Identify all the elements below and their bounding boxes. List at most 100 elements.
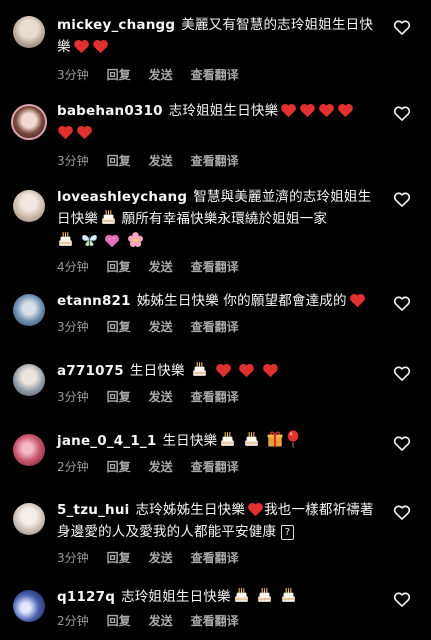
comment-text: q1127q 志玲姐姐生日快樂 xyxy=(57,586,375,608)
red-heart-icon xyxy=(247,501,264,517)
comment-meta: 3分钟 回复 发送 查看翻译 xyxy=(57,152,375,169)
comment-content: 生日快樂 xyxy=(162,433,218,449)
comment-meta: 2分钟 回复 发送 查看翻译 xyxy=(57,458,375,475)
username[interactable]: a771075 xyxy=(57,363,124,379)
comment-list: mickey_changg 美麗又有智慧的志玲姐姐生日快樂 3分钟 回复 发送 查看翻译… xyxy=(0,0,431,640)
send-button[interactable]: 发送 xyxy=(149,614,173,628)
see-translation-button[interactable]: 查看翻译 xyxy=(191,390,239,404)
like-heart-icon[interactable] xyxy=(392,363,412,383)
send-button[interactable]: 发送 xyxy=(149,551,173,565)
reply-button[interactable]: 回复 xyxy=(107,390,131,404)
red-heart-icon xyxy=(337,102,354,118)
comment-meta: 2分钟 回复 发送 查看翻译 xyxy=(57,612,375,629)
comment-text: jane_0_4_1_1 生日快樂 xyxy=(57,430,375,452)
like-heart-icon[interactable] xyxy=(392,293,412,313)
red-heart-icon xyxy=(215,362,232,378)
reply-button[interactable]: 回复 xyxy=(107,460,131,474)
reply-button[interactable]: 回复 xyxy=(107,614,131,628)
birthday-cake-icon xyxy=(100,209,117,226)
avatar[interactable] xyxy=(13,190,45,222)
see-translation-button[interactable]: 查看翻译 xyxy=(191,68,239,82)
comment-text: babehan0310 志玲姐姐生日快樂 xyxy=(57,100,375,144)
username[interactable]: jane_0_4_1_1 xyxy=(57,433,156,449)
red-heart-icon xyxy=(349,292,366,308)
gift-icon xyxy=(266,430,284,448)
avatar[interactable] xyxy=(13,16,45,48)
timestamp: 2分钟 xyxy=(57,614,89,628)
username[interactable]: 5_tzu_hui xyxy=(57,502,129,518)
birthday-cake-icon xyxy=(243,431,260,448)
timestamp: 3分钟 xyxy=(57,551,89,565)
birthday-cake-icon xyxy=(191,361,208,378)
comment-meta: 3分钟 回复 发送 查看翻译 xyxy=(57,388,375,405)
balloon-icon xyxy=(286,430,300,448)
username[interactable]: mickey_changg xyxy=(57,17,175,33)
birthday-cake-icon xyxy=(256,587,273,604)
avatar[interactable] xyxy=(13,590,45,622)
send-button[interactable]: 发送 xyxy=(149,460,173,474)
comment-content: 志玲姐姐生日快樂 xyxy=(168,103,279,119)
send-button[interactable]: 发送 xyxy=(149,154,173,168)
comment-meta: 4分钟 回复 发送 查看翻译 xyxy=(57,258,375,275)
see-translation-button[interactable]: 查看翻译 xyxy=(191,154,239,168)
comment-meta: 3分钟 回复 发送 查看翻译 xyxy=(57,549,375,566)
timestamp: 3分钟 xyxy=(57,320,89,334)
comment-text: 5_tzu_hui 志玲姊姊生日快樂 我也一樣都祈禱著身邊愛的人及愛我的人都能平安健… xyxy=(57,499,375,543)
username[interactable]: etann821 xyxy=(57,293,131,309)
red-heart-icon xyxy=(318,102,335,118)
comment-content-continued: 願所有幸福快樂永環繞於姐姐一家 xyxy=(121,211,328,227)
send-button[interactable]: 发送 xyxy=(149,260,173,274)
avatar[interactable] xyxy=(13,503,45,535)
avatar[interactable] xyxy=(13,364,45,396)
red-heart-icon xyxy=(92,38,109,54)
avatar[interactable] xyxy=(13,294,45,326)
red-heart-icon xyxy=(280,102,297,118)
timestamp: 4分钟 xyxy=(57,260,89,274)
comment-meta: 3分钟 回复 发送 查看翻译 xyxy=(57,318,375,335)
like-heart-icon[interactable] xyxy=(392,589,412,609)
like-heart-icon[interactable] xyxy=(392,189,412,209)
see-translation-button[interactable]: 查看翻译 xyxy=(191,320,239,334)
like-heart-icon[interactable] xyxy=(392,17,412,37)
birthday-cake-icon xyxy=(57,231,74,248)
comment-content: 志玲姐姐生日快樂 xyxy=(121,589,231,605)
reply-button[interactable]: 回复 xyxy=(107,154,131,168)
see-translation-button[interactable]: 查看翻译 xyxy=(191,551,239,565)
like-heart-icon[interactable] xyxy=(392,103,412,123)
comment-text: a771075 生日快樂 xyxy=(57,360,375,382)
like-heart-icon[interactable] xyxy=(392,433,412,453)
see-translation-button[interactable]: 查看翻译 xyxy=(191,260,239,274)
username[interactable]: q1127q xyxy=(57,589,115,605)
comment-content: 志玲姊姊生日快樂 xyxy=(135,502,246,518)
comment-content: 姊姊生日快樂 你的願望都會達成的 xyxy=(136,293,347,309)
red-heart-icon xyxy=(299,102,316,118)
red-heart-icon xyxy=(76,124,93,140)
red-heart-icon xyxy=(57,124,74,140)
see-translation-button[interactable]: 查看翻译 xyxy=(191,614,239,628)
birthday-cake-icon xyxy=(233,587,250,604)
send-button[interactable]: 发送 xyxy=(149,68,173,82)
comment-text: mickey_changg 美麗又有智慧的志玲姐姐生日快樂 xyxy=(57,14,375,58)
birthday-cake-icon xyxy=(280,587,297,604)
comment-text: etann821 姊姊生日快樂 你的願望都會達成的 xyxy=(57,290,375,312)
reply-button[interactable]: 回复 xyxy=(107,320,131,334)
send-button[interactable]: 发送 xyxy=(149,390,173,404)
like-heart-icon[interactable] xyxy=(392,502,412,522)
comment-content: 生日快樂 xyxy=(129,363,185,379)
comment-text: loveashleychang 智慧與美麗並濟的志玲姐姐生日快樂 願所有幸福快樂永… xyxy=(57,186,375,252)
birthday-cake-icon xyxy=(219,431,236,448)
timestamp: 3分钟 xyxy=(57,390,89,404)
avatar[interactable] xyxy=(11,104,47,140)
timestamp: 2分钟 xyxy=(57,460,89,474)
timestamp: 3分钟 xyxy=(57,154,89,168)
reply-button[interactable]: 回复 xyxy=(107,68,131,82)
red-heart-icon xyxy=(262,362,279,378)
see-translation-button[interactable]: 查看翻译 xyxy=(191,460,239,474)
reply-button[interactable]: 回复 xyxy=(107,260,131,274)
reply-button[interactable]: 回复 xyxy=(107,551,131,565)
username[interactable]: babehan0310 xyxy=(57,103,163,119)
username[interactable]: loveashleychang xyxy=(57,189,187,205)
send-button[interactable]: 发送 xyxy=(149,320,173,334)
flower-icon xyxy=(127,231,144,248)
avatar[interactable] xyxy=(13,434,45,466)
